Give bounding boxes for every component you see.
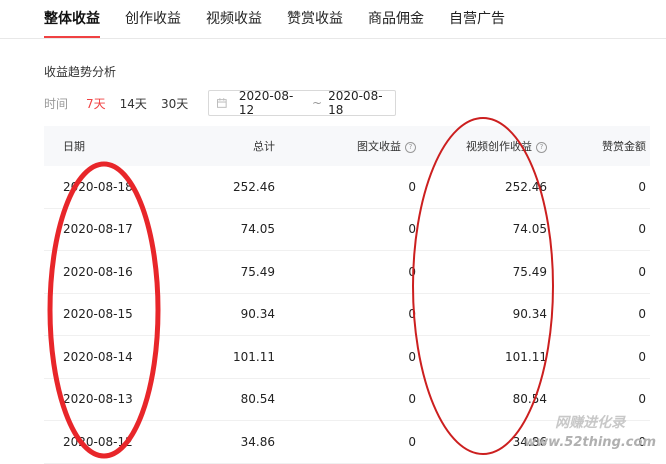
- cell-date: 2020-08-18: [63, 179, 133, 194]
- range-30-days[interactable]: 30天: [161, 95, 188, 112]
- cell-total: 80.54: [240, 392, 275, 407]
- section-title: 收益趋势分析: [44, 65, 117, 79]
- cell-image-text: 0: [408, 264, 416, 279]
- cell-video: 80.54: [512, 392, 547, 407]
- tab-video-income[interactable]: 视频收益: [206, 0, 262, 38]
- cell-tip: 0: [638, 349, 646, 364]
- cell-tip: 0: [638, 222, 646, 237]
- cell-total: 101.11: [233, 349, 275, 364]
- cell-image-text: 0: [408, 222, 416, 237]
- calendar-icon: [217, 98, 227, 108]
- date-end: 2020-08-18: [328, 89, 383, 117]
- cell-date: 2020-08-14: [63, 349, 133, 364]
- cell-video: 74.05: [512, 222, 547, 237]
- cell-tip: 0: [638, 307, 646, 322]
- cell-video: 101.11: [505, 349, 547, 364]
- header-total: 总计: [253, 140, 275, 153]
- tab-self-ads[interactable]: 自营广告: [449, 0, 505, 38]
- cell-total: 90.34: [240, 307, 275, 322]
- header-tip-amount: 赞赏金额: [602, 140, 646, 153]
- table-header: 日期 总计 图文收益? 视频创作收益? 赞赏金额: [44, 126, 650, 166]
- header-video-income: 视频创作收益?: [416, 138, 547, 154]
- cell-video: 252.46: [505, 179, 547, 194]
- cell-image-text: 0: [408, 434, 416, 449]
- header-date: 日期: [63, 140, 85, 153]
- cell-image-text: 0: [408, 179, 416, 194]
- cell-total: 34.86: [240, 434, 275, 449]
- income-tabs: 整体收益 创作收益 视频收益 赞赏收益 商品佣金 自营广告: [44, 0, 505, 38]
- time-range-selector: 时间 7天 14天 30天 2020-08-12 ~ 2020-08-18: [44, 89, 397, 117]
- cell-image-text: 0: [408, 392, 416, 407]
- help-icon[interactable]: ?: [405, 142, 416, 153]
- cell-video: 90.34: [512, 307, 547, 322]
- tab-tip-income[interactable]: 赞赏收益: [287, 0, 343, 38]
- cell-date: 2020-08-16: [63, 264, 133, 279]
- cell-total: 75.49: [240, 264, 275, 279]
- cell-tip: 0: [638, 264, 646, 279]
- cell-date: 2020-08-17: [63, 222, 133, 237]
- cell-date: 2020-08-13: [63, 392, 133, 407]
- table-row: 2020-08-15 90.34 0 90.34 0: [44, 294, 650, 336]
- date-range-picker[interactable]: 2020-08-12 ~ 2020-08-18: [208, 89, 397, 117]
- time-label: 时间: [44, 96, 69, 111]
- date-separator: ~: [312, 96, 323, 110]
- tab-creation-income[interactable]: 创作收益: [125, 0, 181, 38]
- cell-tip: 0: [638, 392, 646, 407]
- cell-image-text: 0: [408, 307, 416, 322]
- watermark-url: www.52thing.com: [524, 435, 656, 450]
- cell-total: 252.46: [233, 179, 275, 194]
- cell-total: 74.05: [240, 222, 275, 237]
- range-14-days[interactable]: 14天: [120, 95, 147, 112]
- table-row: 2020-08-16 75.49 0 75.49 0: [44, 251, 650, 294]
- tab-commission[interactable]: 商品佣金: [368, 0, 424, 38]
- table-row: 2020-08-18 252.46 0 252.46 0: [44, 166, 650, 209]
- watermark: 网赚进化录 www.52thing.com: [524, 413, 656, 453]
- cell-tip: 0: [638, 179, 646, 194]
- cell-video: 75.49: [512, 264, 547, 279]
- header-image-text-income: 图文收益?: [275, 138, 416, 154]
- range-7-days[interactable]: 7天: [86, 95, 106, 112]
- cell-image-text: 0: [408, 349, 416, 364]
- tab-overall-income[interactable]: 整体收益: [44, 0, 100, 38]
- tabs-divider: [0, 38, 666, 39]
- watermark-brand: 网赚进化录: [555, 415, 626, 431]
- cell-date: 2020-08-15: [63, 307, 133, 322]
- cell-date: 2020-08-12: [63, 434, 133, 449]
- table-row: 2020-08-17 74.05 0 74.05 0: [44, 209, 650, 251]
- date-start: 2020-08-12: [238, 89, 294, 117]
- help-icon[interactable]: ?: [536, 142, 547, 153]
- table-row: 2020-08-14 101.11 0 101.11 0: [44, 336, 650, 379]
